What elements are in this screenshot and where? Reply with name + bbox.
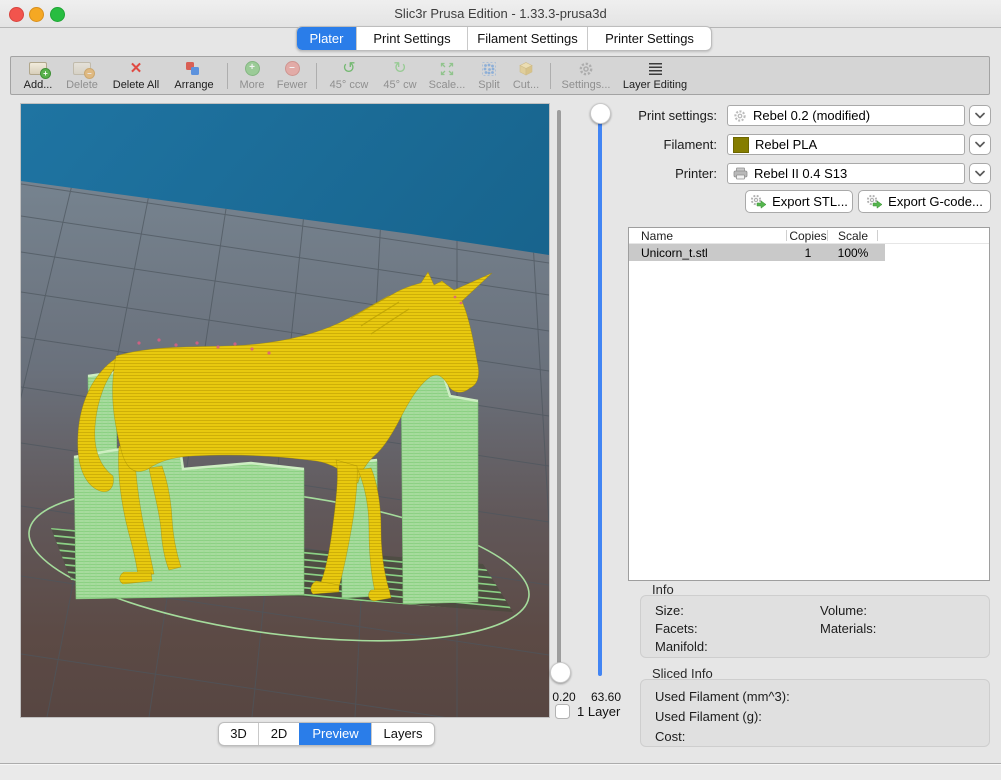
rotate-ccw-button[interactable]: ↺ 45° ccw [322,59,376,91]
rotate-ccw-icon: ↺ [342,61,355,77]
column-header-copies[interactable]: Copies [788,229,828,243]
layer-slider-low-track[interactable] [557,110,561,668]
toolbar-separator [550,63,551,89]
object-row-unicorn[interactable]: Unicorn_t.stl 1 100% [629,244,989,261]
print-settings-dropdown-button[interactable] [969,105,991,126]
gear-icon [556,59,616,78]
title-bar: Slic3r Prusa Edition - 1.33.3-prusa3d [0,0,1001,28]
one-layer-checkbox[interactable] [555,704,570,719]
info-manifold-label: Manifold: [655,639,708,654]
gear-icon [733,109,747,123]
printer-value: Rebel II 0.4 S13 [754,166,847,181]
scale-button[interactable]: Scale... [422,59,472,91]
layer-slider-high-value: 63.60 [584,690,628,704]
split-dots-icon [470,59,508,78]
scale-arrows-icon [422,59,472,78]
toolbar-separator [316,63,317,89]
layers-stack-icon [649,63,662,75]
object-list: Name Copies Scale Unicorn_t.stl 1 100% [628,227,990,581]
info-group: Size: Facets: Manifold: Volume: Material… [640,595,990,658]
export-stl-label: Export STL... [772,194,848,209]
tab-plater[interactable]: Plater [297,27,356,50]
sliced-info-group: Used Filament (mm^3): Used Filament (g):… [640,679,990,747]
export-stl-button[interactable]: Export STL... [745,190,853,213]
info-volume-label: Volume: [820,603,867,618]
object-settings-button[interactable]: Settings... [556,59,616,91]
delete-box-icon: – [73,62,91,75]
delete-button[interactable]: – Delete [59,59,105,91]
arrange-button[interactable]: Arrange [165,59,223,91]
toolbar-separator [227,63,228,89]
object-list-header: Name Copies Scale [629,228,989,244]
printer-dropdown-button[interactable] [969,163,991,184]
used-filament-mm3-label: Used Filament (mm^3): [655,689,790,704]
export-gcode-label: Export G-code... [888,194,983,209]
main-tab-bar: Plater Print Settings Filament Settings … [296,26,712,51]
cut-cube-icon [506,59,546,78]
plus-circle-icon: + [245,61,260,76]
split-button[interactable]: Split [470,59,508,91]
one-layer-label: 1 Layer [577,704,620,720]
info-materials-label: Materials: [820,621,876,636]
column-header-scale[interactable]: Scale [828,229,878,243]
filament-combo[interactable]: Rebel PLA [727,134,965,155]
filament-label: Filament: [595,134,717,155]
export-gear-arrow-icon [750,194,767,209]
object-copies: 1 [788,246,828,260]
arrange-cubes-icon [165,59,223,78]
used-filament-g-label: Used Filament (g): [655,709,762,724]
window-title: Slic3r Prusa Edition - 1.33.3-prusa3d [0,0,1001,27]
zoom-window-button[interactable] [50,7,65,22]
rotate-cw-button[interactable]: ↻ 45° cw [376,59,424,91]
column-header-name[interactable]: Name [641,229,673,243]
filament-dropdown-button[interactable] [969,134,991,155]
fewer-copies-button[interactable]: – Fewer [271,59,313,91]
view-mode-tab-bar: 3D 2D Preview Layers [218,722,435,746]
more-copies-button[interactable]: + More [233,59,271,91]
delete-all-button[interactable]: ✕ Delete All [107,59,165,91]
layer-editing-button[interactable]: Layer Editing [616,59,694,91]
chevron-down-icon [975,112,985,119]
add-button[interactable]: + Add... [15,59,61,91]
preview-scene [21,104,549,717]
tab-filament-settings[interactable]: Filament Settings [467,27,587,50]
printer-label: Printer: [595,163,717,184]
print-settings-value: Rebel 0.2 (modified) [753,108,870,123]
status-bar [0,764,1001,780]
print-settings-combo[interactable]: Rebel 0.2 (modified) [727,105,965,126]
info-size-label: Size: [655,603,684,618]
delete-all-x-icon: ✕ [130,61,143,76]
minimize-window-button[interactable] [29,7,44,22]
view-tab-3d[interactable]: 3D [219,723,258,745]
chevron-down-icon [975,170,985,177]
add-box-icon: + [29,62,47,75]
minus-circle-icon: – [285,61,300,76]
export-gear-arrow-icon [866,194,883,209]
filament-value: Rebel PLA [755,137,817,152]
print-settings-label: Print settings: [595,105,717,126]
view-tab-2d[interactable]: 2D [258,723,299,745]
layer-slider-low-value: 0.20 [544,690,584,704]
layer-slider-low-thumb[interactable] [550,662,571,683]
printer-icon [733,167,748,180]
cost-label: Cost: [655,729,685,744]
tab-print-settings[interactable]: Print Settings [356,27,467,50]
chevron-down-icon [975,141,985,148]
object-name: Unicorn_t.stl [641,246,708,260]
filament-color-swatch [733,137,749,153]
info-facets-label: Facets: [655,621,698,636]
3d-preview-canvas[interactable] [20,103,550,718]
plater-toolbar: + Add... – Delete ✕ Delete All Arrange +… [10,56,990,95]
cut-button[interactable]: Cut... [506,59,546,91]
layer-slider-high-track[interactable] [598,112,602,676]
object-scale: 100% [828,246,878,260]
close-window-button[interactable] [9,7,24,22]
view-tab-preview[interactable]: Preview [299,723,371,745]
export-gcode-button[interactable]: Export G-code... [858,190,991,213]
layer-slider-high-thumb[interactable] [590,103,611,124]
printer-combo[interactable]: Rebel II 0.4 S13 [727,163,965,184]
view-tab-layers[interactable]: Layers [371,723,434,745]
tab-printer-settings[interactable]: Printer Settings [587,27,711,50]
rotate-cw-icon: ↻ [393,61,406,77]
